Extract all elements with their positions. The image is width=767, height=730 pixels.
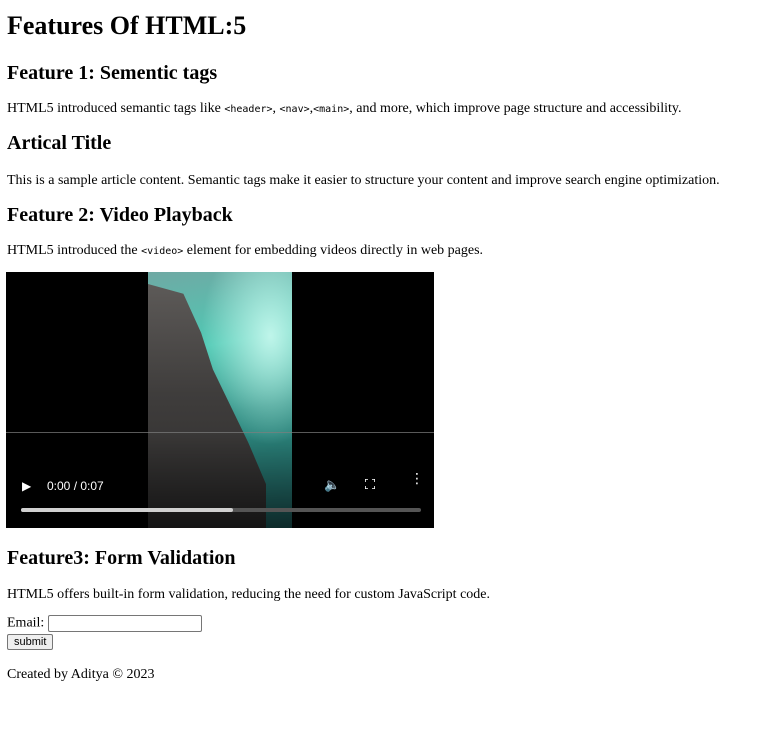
feature1-text-after: , and more, which improve page structure…: [349, 101, 682, 116]
email-label: Email:: [7, 615, 45, 631]
code-main-tag: <main>: [313, 104, 350, 115]
footer-text: Created by Aditya © 2023: [7, 667, 155, 682]
feature1-text: HTML5 introduced semantic tags like <hea…: [7, 101, 682, 117]
feature2-text-after: element for embedding videos directly in…: [183, 243, 484, 258]
video-progress-fill: [21, 508, 233, 512]
article-text: This is a sample article content. Semant…: [7, 173, 720, 188]
feature1-text-before: HTML5 introduced semantic tags like: [7, 101, 225, 116]
separator: ,: [272, 101, 280, 116]
video-progress-bar[interactable]: [21, 508, 421, 512]
feature1-heading: Feature 1: Sementic tags: [7, 62, 218, 84]
submit-button[interactable]: submit: [7, 634, 54, 650]
volume-icon[interactable]: 🔈: [324, 478, 340, 493]
article-heading: Artical Title: [7, 132, 112, 154]
page-title: Features Of HTML:5: [7, 11, 247, 40]
video-time: 0:00 / 0:07: [47, 479, 104, 493]
code-video-tag: <video>: [141, 246, 184, 257]
play-icon[interactable]: ▶: [22, 479, 31, 493]
code-header-tag: <header>: [224, 104, 273, 115]
more-options-icon[interactable]: ⋮: [410, 472, 424, 486]
feature3-heading: Feature3: Form Validation: [7, 547, 236, 569]
feature2-heading: Feature 2: Video Playback: [7, 204, 233, 226]
fullscreen-icon[interactable]: [365, 479, 375, 489]
code-nav-tag: <nav>: [279, 104, 310, 115]
email-field[interactable]: [47, 615, 202, 632]
feature3-text: HTML5 offers built-in form validation, r…: [7, 587, 490, 602]
feature2-text-before: HTML5 introduced the: [7, 243, 142, 258]
email-form: Email:: [7, 615, 202, 632]
video-player[interactable]: ▶ 0:00 / 0:07 🔈 ⋮: [6, 272, 434, 528]
feature2-text: HTML5 introduced the <video> element for…: [7, 243, 483, 259]
